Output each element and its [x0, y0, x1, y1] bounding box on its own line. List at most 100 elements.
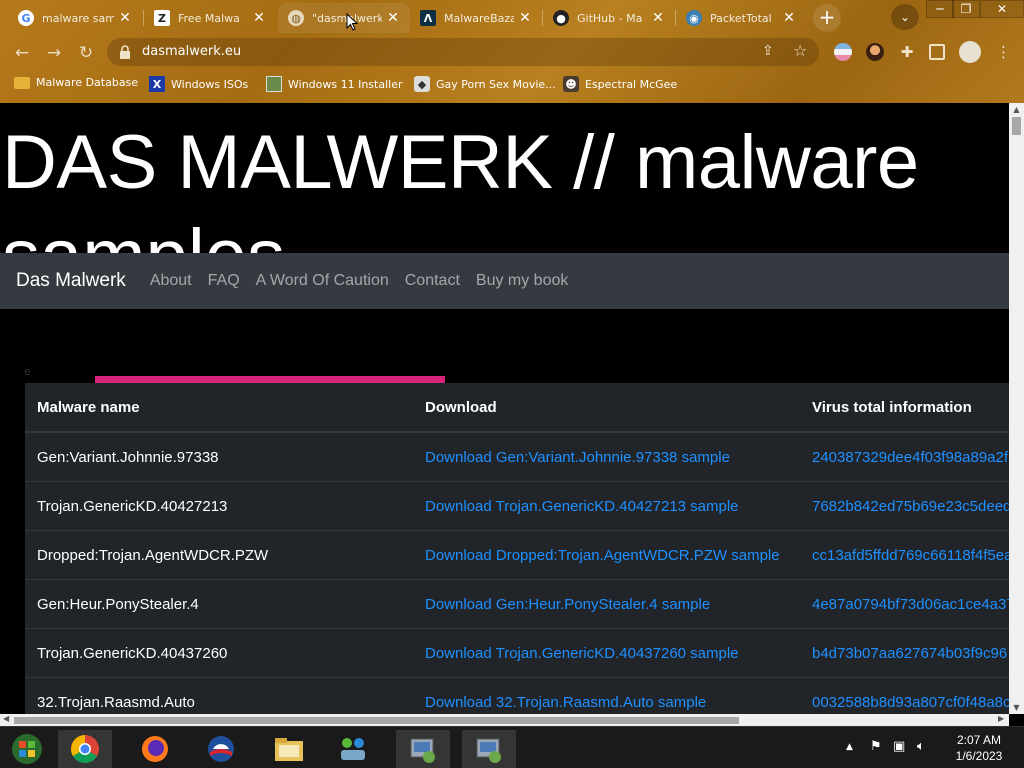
bookmark-espectral-mcgee[interactable]: ☻ Espectral McGee — [563, 76, 677, 92]
nav-link-faq[interactable]: FAQ — [208, 272, 240, 290]
profile-avatar-icon[interactable] — [959, 41, 981, 63]
malware-table: Malware name Download Virus total inform… — [25, 383, 1009, 714]
packettotal-icon: ◉ — [686, 10, 702, 26]
extensions-puzzle-icon[interactable]: ✚ — [898, 43, 916, 61]
installer-icon — [410, 738, 435, 763]
tab-dasmalwerk[interactable]: ◍ "dasmalwerk ✕ — [278, 3, 410, 33]
download-link[interactable]: Download Gen:Variant.Johnnie.97338 sampl… — [425, 449, 730, 466]
download-link[interactable]: Download Trojan.GenericKD.40427213 sampl… — [425, 498, 739, 515]
forward-button[interactable]: → — [42, 41, 66, 65]
url-text[interactable]: dasmalwerk.eu — [142, 44, 241, 59]
page-title: DAS MALWERK // malware — [2, 120, 919, 205]
column-header-name: Malware name — [37, 398, 140, 416]
virustotal-link[interactable]: 0032588b8d93a807cf0f48a8c — [812, 694, 1009, 711]
malware-name: Gen:Heur.PonyStealer.4 — [37, 595, 199, 613]
bookmark-windows-isos[interactable]: X Windows ISOs — [149, 76, 248, 92]
download-link[interactable]: Download Dropped:Trojan.AgentWDCR.PZW sa… — [425, 547, 780, 564]
taskbar-chrome[interactable] — [58, 730, 112, 768]
vertical-scrollbar[interactable]: ▲ ▼ — [1009, 103, 1024, 714]
x-icon: X — [149, 76, 165, 92]
new-tab-button[interactable]: + — [813, 4, 841, 32]
navbar-brand[interactable]: Das Malwerk — [16, 270, 126, 292]
firefox-icon — [142, 736, 168, 762]
web-page: DAS MALWERK // malware samples Das Malwe… — [0, 103, 1009, 714]
globe-icon: ◍ — [288, 10, 304, 26]
side-panel-icon[interactable] — [929, 44, 945, 60]
download-link[interactable]: Download Gen:Heur.PonyStealer.4 sample — [425, 596, 710, 613]
close-tab-icon[interactable]: ✕ — [118, 10, 132, 26]
z-icon: Z — [154, 10, 170, 26]
virustotal-link[interactable]: 7682b842ed75b69e23c5deed — [812, 498, 1009, 515]
nav-link-contact[interactable]: Contact — [405, 272, 460, 290]
scroll-up-arrow-icon[interactable]: ▲ — [1009, 105, 1024, 114]
network-icon[interactable]: ▣ — [893, 739, 905, 754]
back-button[interactable]: ← — [10, 41, 34, 65]
scroll-left-arrow-icon[interactable]: ◀ — [3, 714, 9, 723]
bookmark-malware-database[interactable]: Malware Database — [14, 76, 138, 89]
bookmark-movie[interactable]: ◆ Gay Porn Sex Movie... — [414, 76, 556, 92]
extension-flag-icon[interactable] — [834, 43, 852, 61]
reload-button[interactable]: ↻ — [74, 41, 98, 65]
taskbar-obama-app[interactable] — [194, 730, 248, 768]
clock-date: 1/6/2023 — [955, 749, 1003, 763]
arrow-right-icon: → — [46, 43, 62, 63]
reload-icon: ↻ — [78, 43, 94, 63]
taskbar-installer-2[interactable] — [462, 730, 516, 768]
tab-github[interactable]: ● GitHub - Ma ✕ — [543, 3, 675, 33]
virustotal-link[interactable]: b4d73b07aa627674b03f9c96 — [812, 645, 1009, 662]
show-hidden-icons-chevron-icon[interactable]: ▲ — [846, 742, 853, 752]
close-tab-icon[interactable]: ✕ — [386, 10, 400, 26]
action-center-flag-icon[interactable]: ⚑ — [870, 739, 882, 754]
horizontal-scroll-thumb[interactable] — [14, 717, 739, 724]
network-people-icon — [341, 738, 365, 760]
address-bar[interactable]: dasmalwerk.eu ⇪ ☆ — [107, 38, 819, 66]
volume-icon[interactable]: 🔈︎ — [917, 739, 925, 754]
download-link[interactable]: Download Trojan.GenericKD.40437260 sampl… — [425, 645, 739, 662]
close-window-button[interactable]: ✕ — [980, 0, 1024, 18]
avatar-icon: ☻ — [563, 76, 579, 92]
scroll-right-arrow-icon[interactable]: ▶ — [998, 714, 1004, 723]
bookmarks-bar: Malware Database X Windows ISOs Windows … — [0, 73, 1024, 97]
malware-name: Dropped:Trojan.AgentWDCR.PZW — [37, 546, 269, 564]
system-clock[interactable]: 2:07 AM 1/6/2023 — [944, 732, 1014, 764]
browser-chrome: G malware sam ✕ Z Free Malwa ✕ ◍ "dasmal… — [0, 0, 1024, 103]
windows-taskbar: ▲ ⚑ ▣ 🔈︎ 2:07 AM 1/6/2023 — [0, 726, 1024, 768]
chevron-down-icon: ⌄ — [899, 10, 911, 24]
bookmark-star-icon[interactable]: ☆ — [793, 41, 807, 60]
obama-logo-icon — [208, 736, 234, 762]
chrome-icon — [71, 735, 99, 763]
taskbar-installer-1[interactable] — [396, 730, 450, 768]
close-tab-icon[interactable]: ✕ — [252, 10, 266, 26]
close-tab-icon[interactable]: ✕ — [518, 10, 532, 26]
download-link[interactable]: Download 32.Trojan.Raasmd.Auto sample — [425, 694, 706, 711]
nav-link-caution[interactable]: A Word Of Caution — [256, 272, 389, 290]
tab-malware-samples[interactable]: G malware sam ✕ — [8, 3, 142, 33]
taskbar-firefox[interactable] — [128, 730, 182, 768]
taskbar-file-explorer[interactable] — [262, 730, 316, 768]
vertical-scroll-thumb[interactable] — [1012, 117, 1021, 135]
horizontal-scrollbar[interactable]: ◀ ▶ — [0, 714, 1009, 726]
tab-free-malware[interactable]: Z Free Malwa ✕ — [144, 3, 276, 33]
virustotal-link[interactable]: 4e87a0794bf73d06ac1ce4a37 — [812, 596, 1009, 613]
taskbar-network-app[interactable] — [326, 730, 380, 768]
close-tab-icon[interactable]: ✕ — [651, 10, 665, 26]
share-icon[interactable]: ⇪ — [762, 43, 774, 59]
close-tab-icon[interactable]: ✕ — [782, 10, 796, 26]
malwarebazaar-icon: Λ — [420, 10, 436, 26]
menu-kebab-icon[interactable]: ⋮ — [996, 43, 1014, 61]
nav-link-about[interactable]: About — [150, 272, 192, 290]
tab-search-button[interactable]: ⌄ — [891, 4, 919, 30]
table-row: Gen:Heur.PonyStealer.4 Download Gen:Heur… — [25, 580, 1009, 629]
extension-avatar-icon[interactable] — [866, 43, 884, 61]
virustotal-link[interactable]: 240387329dee4f03f98a89a2f — [812, 449, 1009, 466]
virustotal-link[interactable]: cc13afd5ffdd769c66118f4f5ea — [812, 547, 1009, 564]
small-text: e — [24, 365, 31, 378]
tab-malwarebazaar[interactable]: Λ MalwareBaza ✕ — [410, 3, 542, 33]
bookmark-windows-11-installer[interactable]: Windows 11 Installer — [266, 76, 403, 92]
restore-button[interactable]: ❐ — [952, 0, 980, 18]
minimize-button[interactable]: ─ — [926, 0, 954, 18]
start-button[interactable] — [0, 730, 54, 768]
nav-link-buy-book[interactable]: Buy my book — [476, 272, 568, 290]
tab-packettotal[interactable]: ◉ PacketTotal ✕ — [676, 3, 806, 33]
scroll-down-arrow-icon[interactable]: ▼ — [1009, 703, 1024, 712]
